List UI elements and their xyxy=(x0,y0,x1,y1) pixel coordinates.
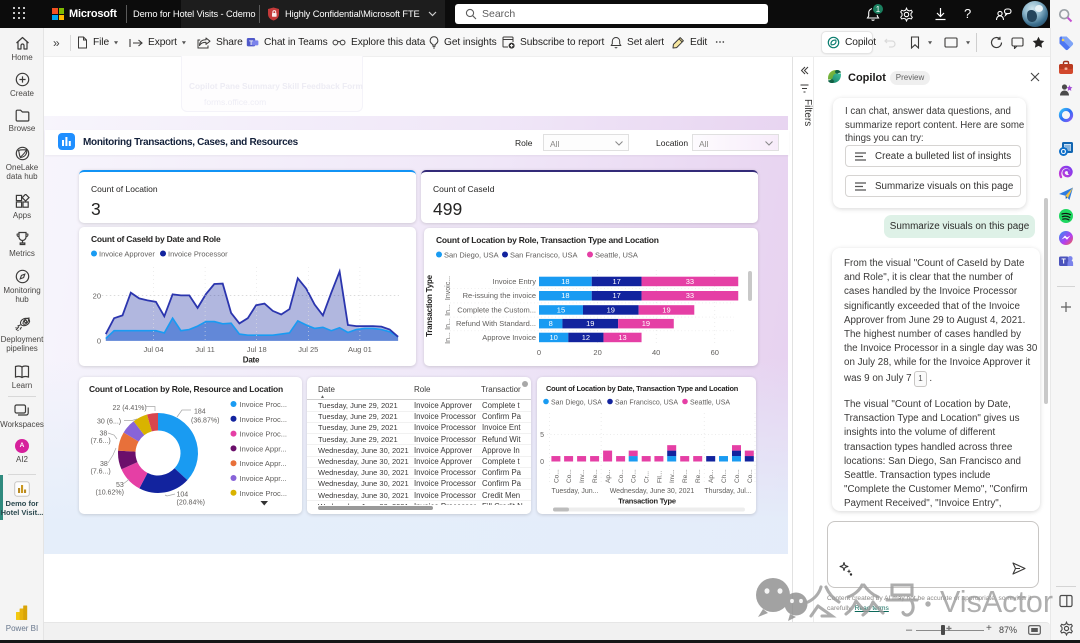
svg-text:33: 33 xyxy=(686,277,694,286)
svg-text:Seattle, USA: Seattle, USA xyxy=(595,251,638,260)
svg-text:Co...: Co... xyxy=(618,469,625,483)
svg-text:53: 53 xyxy=(116,482,124,489)
svg-text:Invoice Approver: Invoice Approver xyxy=(99,250,155,259)
svg-text:19: 19 xyxy=(642,319,650,328)
svg-text:20: 20 xyxy=(593,348,601,357)
svg-text:Count of Location by Role, Res: Count of Location by Role, Resource and … xyxy=(89,384,283,394)
svg-text:18: 18 xyxy=(561,277,569,286)
svg-text:Cr...: Cr... xyxy=(644,471,651,483)
svg-text:Invoice Appr...: Invoice Appr... xyxy=(240,444,287,453)
svg-text:18: 18 xyxy=(561,291,569,300)
svg-text:San Diego, USA: San Diego, USA xyxy=(551,400,602,407)
svg-text:Jul 25: Jul 25 xyxy=(298,345,318,354)
svg-text:Inv...: Inv... xyxy=(579,469,586,483)
svg-text:(7.6...): (7.6...) xyxy=(91,469,111,476)
svg-text:0: 0 xyxy=(537,348,541,357)
svg-text:38: 38 xyxy=(100,461,108,468)
svg-text:Invoic...: Invoic... xyxy=(445,276,452,300)
svg-text:Aug 01: Aug 01 xyxy=(348,345,372,354)
svg-text:(7.6...): (7.6...) xyxy=(91,438,111,445)
svg-text:Re-issuing the invoice: Re-issuing the invoice xyxy=(463,291,536,300)
svg-text:In...: In... xyxy=(445,318,452,330)
svg-text:T: T xyxy=(249,40,253,47)
svg-text:22 (4.41%): 22 (4.41%) xyxy=(113,405,147,412)
svg-text:Invoice Proc...: Invoice Proc... xyxy=(240,430,288,439)
svg-text:Approve Invoice: Approve Invoice xyxy=(482,333,536,342)
svg-text:(36.87%): (36.87%) xyxy=(191,418,219,425)
svg-text:Jul 04: Jul 04 xyxy=(143,345,163,354)
svg-text:60: 60 xyxy=(711,348,719,357)
svg-text:Co...: Co... xyxy=(566,469,573,483)
svg-text:30 (6...): 30 (6...) xyxy=(97,419,121,426)
svg-text:10: 10 xyxy=(549,333,557,342)
svg-text:Re...: Re... xyxy=(695,469,702,483)
svg-text:Re...: Re... xyxy=(682,469,689,483)
svg-text:Co...: Co... xyxy=(734,469,741,483)
svg-text:38: 38 xyxy=(100,431,108,438)
svg-text:(20.84%): (20.84%) xyxy=(177,500,205,507)
svg-text:Co...: Co... xyxy=(631,469,638,483)
svg-text:19: 19 xyxy=(586,319,594,328)
svg-text:Jul 18: Jul 18 xyxy=(247,345,267,354)
svg-text:Re...: Re... xyxy=(592,469,599,483)
svg-text:Invoice Appr...: Invoice Appr... xyxy=(240,474,287,483)
svg-text:Complete the Custom...: Complete the Custom... xyxy=(457,305,536,314)
svg-text:O: O xyxy=(1061,149,1067,156)
svg-text:Invoice Processor: Invoice Processor xyxy=(168,250,228,259)
svg-text:Seattle, USA: Seattle, USA xyxy=(690,400,730,407)
svg-text:Invoice Proc...: Invoice Proc... xyxy=(240,489,288,498)
svg-text:5: 5 xyxy=(540,432,544,439)
svg-text:15: 15 xyxy=(557,305,565,314)
svg-text:Wednesday, June 30, 2021: Wednesday, June 30, 2021 xyxy=(610,488,695,495)
svg-text:Invoice Appr...: Invoice Appr... xyxy=(240,459,287,468)
svg-text:In...: In... xyxy=(445,304,452,316)
svg-text:33: 33 xyxy=(686,291,694,300)
svg-text:T: T xyxy=(1062,259,1067,266)
svg-text:Transaction Type: Transaction Type xyxy=(425,274,434,336)
svg-text:San Francisco, USA: San Francisco, USA xyxy=(615,400,678,407)
svg-text:Jul 11: Jul 11 xyxy=(195,345,214,354)
svg-text:184: 184 xyxy=(194,409,206,416)
svg-text:17: 17 xyxy=(612,291,620,300)
svg-text:Count of CaseId by Date and Ro: Count of CaseId by Date and Role xyxy=(91,234,221,244)
svg-text:Ch...: Ch... xyxy=(721,469,728,483)
svg-text:Ap...: Ap... xyxy=(708,469,715,483)
svg-text:13: 13 xyxy=(618,333,626,342)
svg-text:Inv...: Inv... xyxy=(669,469,676,483)
svg-text:Thursday, Jul...: Thursday, Jul... xyxy=(704,488,751,495)
svg-text:In...: In... xyxy=(445,332,452,344)
svg-text:Count of Location by Role, Tra: Count of Location by Role, Transaction T… xyxy=(436,235,659,245)
svg-text:Date: Date xyxy=(243,356,260,365)
svg-text:Tuesday, Jun...: Tuesday, Jun... xyxy=(551,488,598,495)
svg-text:19: 19 xyxy=(662,305,670,314)
svg-text:Refund With Standard...: Refund With Standard... xyxy=(456,319,536,328)
svg-text:12: 12 xyxy=(582,333,590,342)
svg-text:17: 17 xyxy=(612,277,620,286)
svg-text:0: 0 xyxy=(540,459,544,466)
svg-text:Co...: Co... xyxy=(747,469,754,483)
svg-text:Invoice Entry: Invoice Entry xyxy=(493,277,537,286)
svg-text:Invoice Proc...: Invoice Proc... xyxy=(240,415,288,424)
svg-text:San Francisco, USA: San Francisco, USA xyxy=(510,251,578,260)
svg-text:19: 19 xyxy=(607,305,615,314)
svg-text:Invoice Proc...: Invoice Proc... xyxy=(240,400,288,409)
svg-text:40: 40 xyxy=(652,348,660,357)
svg-text:Fil...: Fil... xyxy=(656,471,663,483)
svg-text:0: 0 xyxy=(97,337,101,346)
svg-text:Ap...: Ap... xyxy=(605,469,612,483)
svg-text:104: 104 xyxy=(177,492,189,499)
svg-text:20: 20 xyxy=(93,292,101,301)
svg-text:8: 8 xyxy=(549,319,553,328)
svg-text:Co...: Co... xyxy=(553,469,560,483)
svg-text:Transaction Type: Transaction Type xyxy=(618,497,676,506)
svg-text:(10.62%): (10.62%) xyxy=(96,490,124,497)
svg-text:San Diego, USA: San Diego, USA xyxy=(444,251,499,260)
svg-text:Count of Location by Date, Tra: Count of Location by Date, Transaction T… xyxy=(546,384,739,393)
